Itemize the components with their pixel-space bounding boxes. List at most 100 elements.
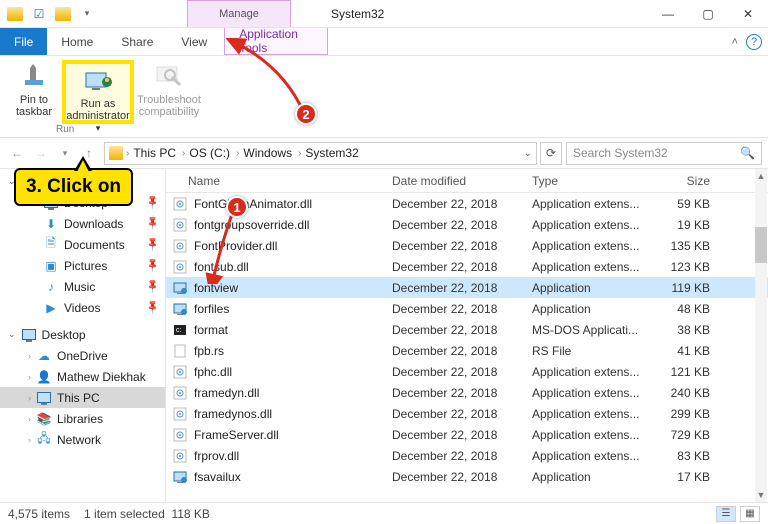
file-icon [172, 238, 188, 254]
navpane-item-videos[interactable]: ▶Videos📌 [0, 297, 165, 318]
nav-history-dropdown[interactable]: ▾ [54, 142, 76, 164]
file-row[interactable]: FontProvider.dllDecember 22, 2018Applica… [166, 235, 768, 256]
view-large-icons-button[interactable]: ▦ [740, 506, 760, 522]
navpane-item-onedrive[interactable]: ›☁OneDrive [0, 345, 165, 366]
file-row[interactable]: forfilesDecember 22, 2018Application48 K… [166, 298, 768, 319]
file-row[interactable]: fsavailuxDecember 22, 2018Application17 … [166, 466, 768, 487]
file-row[interactable]: fontsub.dllDecember 22, 2018Application … [166, 256, 768, 277]
file-size: 83 KB [654, 449, 710, 463]
qat-dropdown-icon[interactable]: ▾ [78, 5, 96, 23]
shield-user-icon [83, 67, 113, 95]
file-row[interactable]: frprov.dllDecember 22, 2018Application e… [166, 445, 768, 466]
search-input[interactable]: Search System32 🔍 [566, 142, 762, 165]
file-row[interactable]: framedyn.dllDecember 22, 2018Application… [166, 382, 768, 403]
refresh-button[interactable]: ⟳ [540, 142, 562, 165]
troubleshoot-compatibility-button[interactable]: Troubleshoot compatibility [134, 60, 204, 124]
file-size: 17 KB [654, 470, 710, 484]
qat-newfolder-icon[interactable] [54, 5, 72, 23]
tab-home[interactable]: Home [47, 28, 107, 55]
maximize-button[interactable]: ▢ [688, 0, 728, 27]
column-headers[interactable]: Name Date modified Type Size [166, 169, 768, 193]
file-name: FontGlyphAnimator.dll [194, 197, 312, 211]
file-type: Application extens... [532, 197, 654, 211]
navigation-pane[interactable]: ⌄★Quick accessDesktop📌⬇Downloads📌🗎Docume… [0, 169, 166, 502]
scroll-down-button[interactable]: ▼ [755, 488, 767, 502]
file-size: 135 KB [654, 239, 710, 253]
file-icon [172, 259, 188, 275]
annotation-marker-2: 2 [295, 103, 317, 125]
troubleshoot-icon [154, 63, 184, 91]
file-row[interactable]: fphc.dllDecember 22, 2018Application ext… [166, 361, 768, 382]
qat-properties-icon[interactable]: ☑ [30, 5, 48, 23]
file-type: Application extens... [532, 449, 654, 463]
file-name: FontProvider.dll [194, 239, 277, 253]
ribbon-group-label: Run [56, 124, 74, 135]
scroll-up-button[interactable]: ▲ [755, 169, 767, 183]
file-row[interactable]: fontviewDecember 22, 2018Application119 … [166, 277, 768, 298]
navpane-item-libraries[interactable]: ›📚Libraries [0, 408, 165, 429]
file-icon [172, 217, 188, 233]
run-label-1: Run as [81, 98, 116, 110]
file-name: fphc.dll [194, 365, 232, 379]
file-date: December 22, 2018 [392, 197, 532, 211]
search-icon: 🔍 [740, 146, 755, 160]
file-row[interactable]: fpb.rsDecember 22, 2018RS File41 KB [166, 340, 768, 361]
tab-application-tools[interactable]: Application Tools [224, 28, 328, 55]
file-type: Application extens... [532, 386, 654, 400]
column-name[interactable]: Name [166, 174, 392, 188]
tab-file[interactable]: File [0, 28, 47, 55]
file-size: 240 KB [654, 386, 710, 400]
navpane-item-this-pc[interactable]: ›This PC [0, 387, 165, 408]
file-size: 119 KB [654, 281, 710, 295]
file-type: Application [532, 281, 654, 295]
view-details-button[interactable]: ☰ [716, 506, 736, 522]
dropdown-arrow-icon: ▾ [96, 123, 101, 133]
file-date: December 22, 2018 [392, 302, 532, 316]
navpane-item-downloads[interactable]: ⬇Downloads📌 [0, 213, 165, 234]
file-row[interactable]: framedynos.dllDecember 22, 2018Applicati… [166, 403, 768, 424]
file-row[interactable]: fontgroupsoverride.dllDecember 22, 2018A… [166, 214, 768, 235]
file-date: December 22, 2018 [392, 386, 532, 400]
pin-to-taskbar-button[interactable]: Pin to taskbar [6, 60, 62, 124]
file-type: Application extens... [532, 365, 654, 379]
window-controls: — ▢ ✕ [648, 0, 768, 27]
status-bar: 4,575 items 1 item selected 118 KB ☰ ▦ [0, 502, 768, 524]
navpane-item-music[interactable]: ♪Music📌 [0, 276, 165, 297]
close-button[interactable]: ✕ [728, 0, 768, 27]
column-type[interactable]: Type [532, 174, 654, 188]
navpane-item-pictures[interactable]: ▣Pictures📌 [0, 255, 165, 276]
breadcrumb[interactable]: ›This PC ›OS (C:) ›Windows ›System32 ⌄ [104, 142, 537, 165]
minimize-button[interactable]: — [648, 0, 688, 27]
file-size: 19 KB [654, 218, 710, 232]
vertical-scrollbar[interactable]: ▲ ▼ [755, 169, 767, 502]
navpane-desktop[interactable]: ⌄Desktop [0, 324, 165, 345]
help-icon[interactable]: ? [746, 34, 762, 50]
file-list[interactable]: Name Date modified Type Size FontGlyphAn… [166, 169, 768, 502]
tab-share[interactable]: Share [107, 28, 167, 55]
ribbon-collapse-icon[interactable]: ˄ [732, 36, 738, 48]
file-size: 41 KB [654, 344, 710, 358]
ribbon-tabs: File Home Share View Application Tools ˄… [0, 28, 768, 56]
file-name: fontgroupsoverride.dll [194, 218, 309, 232]
file-icon [172, 448, 188, 464]
file-row[interactable]: FontGlyphAnimator.dll December 22, 2018Ap… [166, 193, 768, 214]
file-date: December 22, 2018 [392, 218, 532, 232]
file-row[interactable]: FrameServer.dllDecember 22, 2018Applicat… [166, 424, 768, 445]
run-as-administrator-button[interactable]: Run as administrator ▾ [62, 60, 134, 124]
file-type: Application extens... [532, 239, 654, 253]
file-date: December 22, 2018 [392, 323, 532, 337]
tab-view[interactable]: View [167, 28, 221, 55]
column-size[interactable]: Size [654, 174, 710, 188]
file-name: fontview [194, 281, 238, 295]
navpane-item-network[interactable]: ›🖧Network [0, 429, 165, 450]
column-date[interactable]: Date modified [392, 174, 532, 188]
navpane-item-documents[interactable]: 🗎Documents📌 [0, 234, 165, 255]
file-name: fpb.rs [194, 344, 224, 358]
breadcrumb-dropdown-icon[interactable]: ⌄ [524, 148, 532, 159]
file-date: December 22, 2018 [392, 470, 532, 484]
file-row[interactable]: c:formatDecember 22, 2018MS-DOS Applicat… [166, 319, 768, 340]
file-type: Application [532, 470, 654, 484]
nav-forward-button[interactable]: → [30, 142, 52, 164]
navpane-item-mathew-diekhak[interactable]: ›👤Mathew Diekhak [0, 366, 165, 387]
nav-back-button[interactable]: ← [6, 142, 28, 164]
